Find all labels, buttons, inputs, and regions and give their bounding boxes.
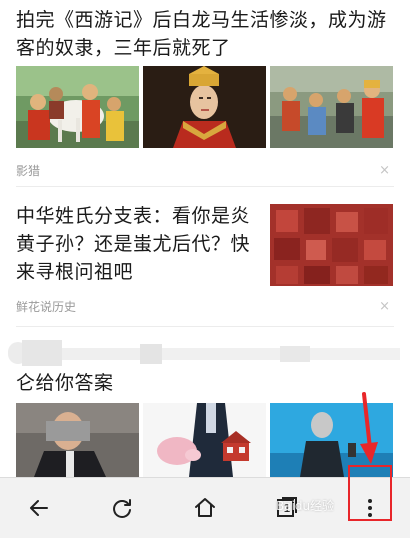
article-image[interactable]	[143, 403, 266, 477]
article-image[interactable]	[270, 204, 393, 286]
annotation-arrow-icon	[360, 392, 378, 464]
article-title[interactable]: 拍完《西游记》后白龙马生活惨淡，成为游客的奴隶，三年后就死了	[16, 6, 394, 62]
article-source: 鲜花说历史	[16, 300, 77, 314]
refresh-button[interactable]	[99, 486, 145, 530]
annotation-highlight-box	[348, 465, 392, 521]
blurred-content-strip	[0, 340, 410, 368]
article-image[interactable]	[16, 403, 139, 477]
news-feed[interactable]: 拍完《西游记》后白龙马生活惨淡，成为游客的奴隶，三年后就死了 影猎 × 中华姓氏…	[0, 0, 410, 477]
divider	[16, 326, 394, 327]
article-title[interactable]: 中华姓氏分支表：看你是炎黄子孙？还是蚩尤后代？快来寻根问祖吧	[16, 202, 256, 286]
article-title[interactable]: 仑给你答案	[16, 369, 394, 397]
article-source: 影猎	[16, 164, 41, 178]
back-button[interactable]	[16, 486, 62, 530]
dismiss-button[interactable]: ×	[379, 161, 390, 181]
article-card[interactable]: 仑给你答案	[16, 369, 394, 477]
home-button[interactable]	[182, 486, 228, 530]
article-image[interactable]	[270, 66, 393, 148]
tab-count-badge: 1	[283, 501, 291, 515]
article-card[interactable]: 拍完《西游记》后白龙马生活惨淡，成为游客的奴隶，三年后就死了 影猎 ×	[16, 6, 394, 178]
dismiss-button[interactable]: ×	[379, 297, 390, 317]
article-image[interactable]	[143, 66, 266, 148]
article-image[interactable]	[16, 66, 139, 148]
divider	[16, 186, 394, 187]
back-arrow-icon	[30, 500, 48, 516]
home-icon	[195, 498, 215, 517]
refresh-icon	[113, 499, 131, 518]
article-card[interactable]: 中华姓氏分支表：看你是炎黄子孙？还是蚩尤后代？快来寻根问祖吧 鲜花说历史 ×	[16, 202, 394, 322]
tabs-button[interactable]: 1	[264, 486, 310, 530]
